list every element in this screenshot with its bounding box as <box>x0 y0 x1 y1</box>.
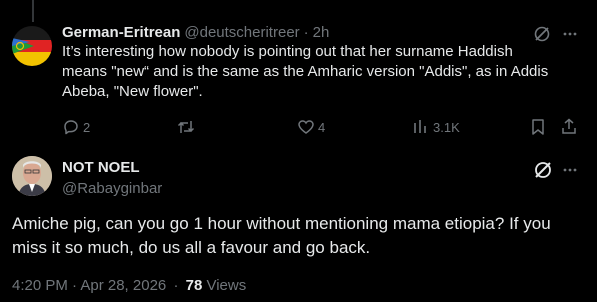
post-views-count: 78 <box>185 277 203 294</box>
like-icon[interactable] <box>297 118 315 136</box>
person-photo-icon <box>12 156 52 196</box>
like-count: 4 <box>318 120 326 135</box>
view-count: 3.1K <box>433 120 460 135</box>
views-icon[interactable] <box>413 118 429 136</box>
more-icon[interactable] <box>562 27 578 41</box>
bookmark-icon[interactable] <box>530 118 546 136</box>
flag-avatar[interactable] <box>12 26 52 66</box>
reply-time[interactable]: 2h <box>313 24 330 41</box>
grok-icon[interactable] <box>533 160 553 180</box>
grok-icon[interactable] <box>533 25 551 43</box>
reply-separator: · <box>303 24 309 41</box>
post-views-label: Views <box>206 277 247 294</box>
thread-connector-line <box>32 0 34 22</box>
post-display-name[interactable]: NOT NOEL <box>62 159 140 176</box>
reply-display-name[interactable]: German-Eritrean <box>62 24 180 41</box>
reply-count: 2 <box>83 120 91 135</box>
reply-icon[interactable] <box>62 118 80 136</box>
post-meta-separator: · <box>173 277 179 294</box>
more-icon[interactable] <box>562 163 578 177</box>
share-icon[interactable] <box>560 117 578 135</box>
avatar[interactable] <box>12 156 52 196</box>
post-text: Amiche pig, can you go 1 hour without me… <box>12 214 551 257</box>
post-timestamp[interactable]: 4:20 PM · Apr 28, 2026 <box>12 277 166 294</box>
reply-handle[interactable]: @deutscheritreer <box>184 24 299 41</box>
post-handle[interactable]: @Rabayginbar <box>62 180 162 197</box>
retweet-icon[interactable] <box>176 118 196 136</box>
post-meta: 4:20 PM · Apr 28, 2026 · 78 Views <box>12 277 246 294</box>
reply-text: It’s interesting how nobody is pointing … <box>62 43 549 100</box>
reply-header: German-Eritrean @deutscheritreer · 2h <box>62 24 329 41</box>
eritrea-flag-icon <box>12 26 52 66</box>
